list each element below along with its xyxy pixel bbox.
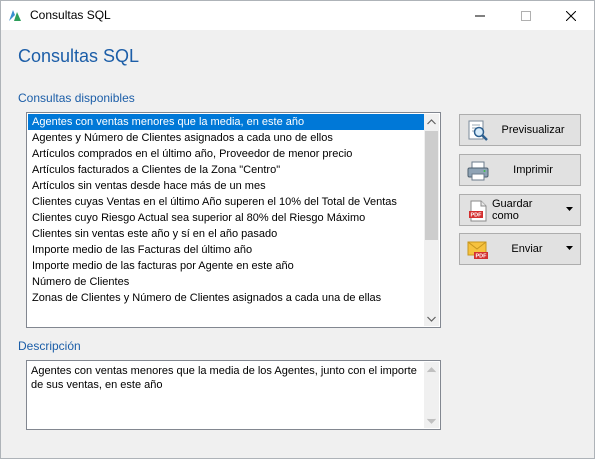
caret-down-icon — [566, 246, 573, 250]
list-item[interactable]: Clientes cuyo Riesgo Actual sea superior… — [28, 210, 425, 226]
available-queries-label: Consultas disponibles — [18, 91, 135, 105]
chevron-down-icon — [427, 316, 436, 322]
list-item[interactable]: Artículos facturados a Clientes de la Zo… — [28, 162, 425, 178]
list-item[interactable]: Artículos comprados en el último año, Pr… — [28, 146, 425, 162]
close-icon — [566, 10, 576, 21]
scroll-up-arrow[interactable] — [424, 114, 439, 129]
print-button[interactable]: Imprimir — [459, 154, 581, 186]
list-item[interactable]: Número de Clientes — [28, 274, 425, 290]
queries-listbox[interactable]: Agentes con ventas menores que la media,… — [26, 112, 441, 328]
list-item[interactable]: Artículos sin ventas desde hace más de u… — [28, 178, 425, 194]
chevron-up-icon — [427, 118, 436, 124]
description-scrollbar[interactable] — [424, 362, 439, 428]
maximize-icon — [521, 10, 531, 21]
minimize-button[interactable] — [457, 1, 503, 30]
chevron-up-icon — [427, 366, 436, 372]
scroll-up-arrow[interactable] — [424, 362, 439, 377]
scroll-down-arrow[interactable] — [424, 413, 439, 428]
caret-down-icon — [566, 207, 573, 211]
page-title: Consultas SQL — [18, 46, 140, 66]
close-button[interactable] — [548, 1, 594, 30]
list-item[interactable]: Zonas de Clientes y Número de Clientes a… — [28, 290, 425, 306]
description-label: Descripción — [18, 339, 81, 353]
pdf-document-icon: PDF — [466, 199, 490, 223]
scrollbar-thumb[interactable] — [425, 131, 438, 240]
send-button[interactable]: PDF Enviar — [459, 233, 581, 265]
preview-button-label: Previsualizar — [501, 124, 565, 136]
print-button-label: Imprimir — [513, 164, 553, 176]
app-logo-icon — [7, 7, 23, 23]
description-text: Agentes con ventas menores que la media … — [31, 365, 417, 391]
list-item[interactable]: Clientes cuyas Ventas en el último Año s… — [28, 194, 425, 210]
list-item[interactable]: Agentes y Número de Clientes asignados a… — [28, 130, 425, 146]
svg-text:PDF: PDF — [476, 254, 488, 260]
magnifier-document-icon — [466, 119, 490, 143]
maximize-button[interactable] — [503, 1, 549, 30]
list-item[interactable]: Clientes sin ventas este año y sí en el … — [28, 226, 425, 242]
printer-icon — [466, 159, 490, 183]
list-item[interactable]: Agentes con ventas menores que la media,… — [28, 114, 425, 130]
scroll-down-arrow[interactable] — [424, 311, 439, 326]
send-button-label: Enviar — [511, 243, 543, 255]
window-title: Consultas SQL — [30, 8, 111, 22]
description-textarea[interactable]: Agentes con ventas menores que la media … — [26, 360, 441, 430]
list-item[interactable]: Importe medio de las facturas por Agente… — [28, 258, 425, 274]
chevron-down-icon — [427, 418, 436, 424]
queries-list: Agentes con ventas menores que la media,… — [28, 114, 425, 306]
save-as-button[interactable]: PDF Guardar como — [459, 194, 581, 226]
minimize-icon — [475, 15, 485, 16]
save-as-button-label: Guardar como — [492, 198, 533, 222]
envelope-pdf-icon: PDF — [466, 238, 490, 262]
queries-scrollbar[interactable] — [424, 114, 439, 326]
title-bar[interactable]: Consultas SQL — [1, 1, 594, 30]
consultas-sql-window: Consultas SQL Consultas SQL Consultas di… — [0, 0, 595, 459]
svg-text:PDF: PDF — [471, 213, 483, 219]
list-item[interactable]: Importe medio de las Facturas del último… — [28, 242, 425, 258]
preview-button[interactable]: Previsualizar — [459, 114, 581, 146]
